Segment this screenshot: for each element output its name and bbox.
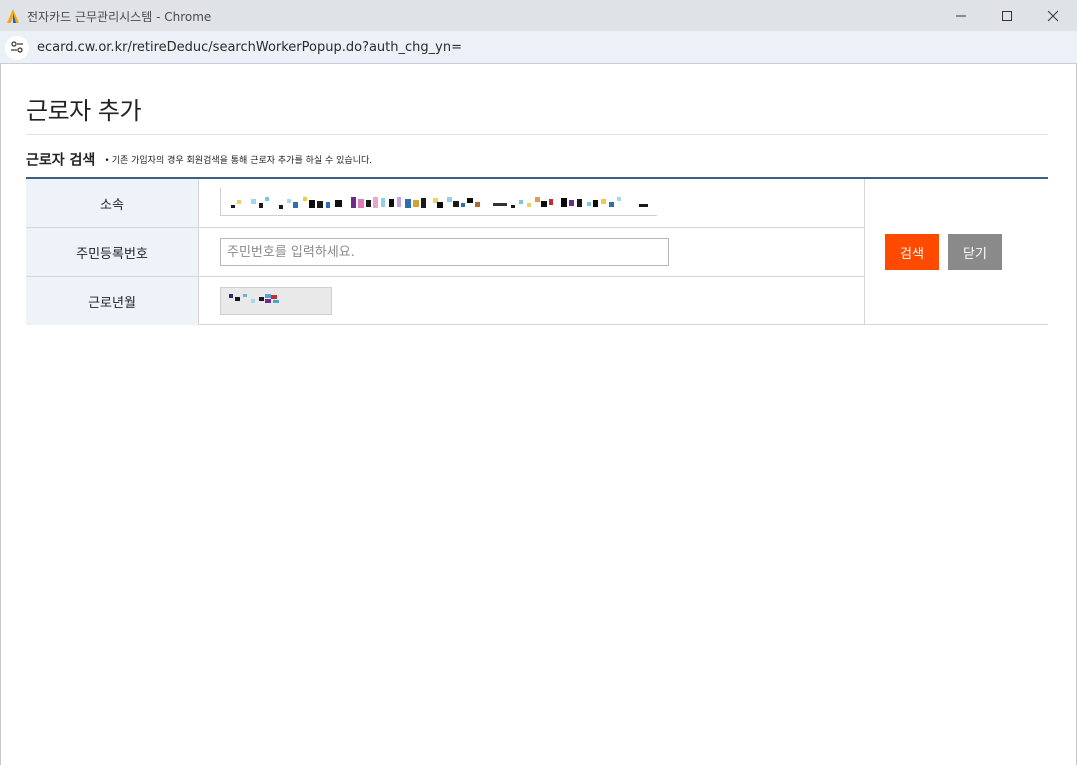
minimize-button[interactable] bbox=[938, 0, 984, 31]
affiliation-label: 소속 bbox=[26, 179, 199, 227]
work-month-label: 근로년월 bbox=[26, 277, 199, 325]
app-logo-icon bbox=[7, 8, 19, 23]
rrn-cell bbox=[200, 228, 864, 276]
url-text[interactable]: ecard.cw.or.kr/retireDeduc/searchWorkerP… bbox=[37, 40, 462, 55]
popup-page: 근로자 추가 근로자 검색 • 기존 가입자의 경우 회원검색을 통해 근로자 추… bbox=[0, 64, 1077, 765]
section-note-text: 기존 가입자의 경우 회원검색을 통해 근로자 추가를 하실 수 있습니다. bbox=[111, 156, 373, 166]
form-row-work-month: 근로년월 bbox=[26, 277, 864, 325]
section-note: • 기존 가입자의 경우 회원검색을 통해 근로자 추가를 하실 수 있습니다. bbox=[104, 156, 372, 166]
section-header: 근로자 검색 • 기존 가입자의 경우 회원검색을 통해 근로자 추가를 하실 수… bbox=[26, 149, 372, 169]
maximize-button[interactable] bbox=[984, 0, 1030, 31]
affiliation-field-redacted bbox=[220, 188, 657, 216]
site-info-icon bbox=[10, 39, 24, 58]
work-month-cell bbox=[200, 277, 864, 325]
site-info-button[interactable] bbox=[5, 36, 29, 60]
search-button[interactable]: 검색 bbox=[885, 234, 939, 270]
close-window-button[interactable] bbox=[1030, 0, 1076, 31]
minimize-icon bbox=[955, 10, 967, 22]
browser-title-bar: 전자카드 근무관리시스템 - Chrome bbox=[0, 0, 1077, 31]
affiliation-cell bbox=[200, 179, 864, 227]
form-row-affiliation: 소속 bbox=[26, 179, 864, 228]
close-button[interactable]: 닫기 bbox=[948, 234, 1002, 270]
window-title: 전자카드 근무관리시스템 - Chrome bbox=[27, 10, 212, 24]
section-note-bullet: • bbox=[104, 156, 110, 166]
section-title: 근로자 검색 bbox=[26, 152, 96, 169]
title-divider bbox=[26, 134, 1048, 135]
rrn-label: 주민등록번호 bbox=[26, 228, 199, 276]
action-cell: 검색 닫기 bbox=[864, 179, 1048, 325]
address-bar: ecard.cw.or.kr/retireDeduc/searchWorkerP… bbox=[0, 31, 1077, 64]
maximize-icon bbox=[1001, 10, 1013, 22]
page-title: 근로자 추가 bbox=[26, 97, 142, 125]
close-icon bbox=[1047, 10, 1059, 22]
form-row-rrn: 주민등록번호 bbox=[26, 228, 864, 277]
rrn-input[interactable] bbox=[220, 238, 669, 266]
worker-search-form: 소속 주민등록번호 주민번호를 입력하세요. 근로년월 검색 닫기 bbox=[26, 177, 1048, 325]
work-month-field-redacted bbox=[220, 287, 332, 315]
